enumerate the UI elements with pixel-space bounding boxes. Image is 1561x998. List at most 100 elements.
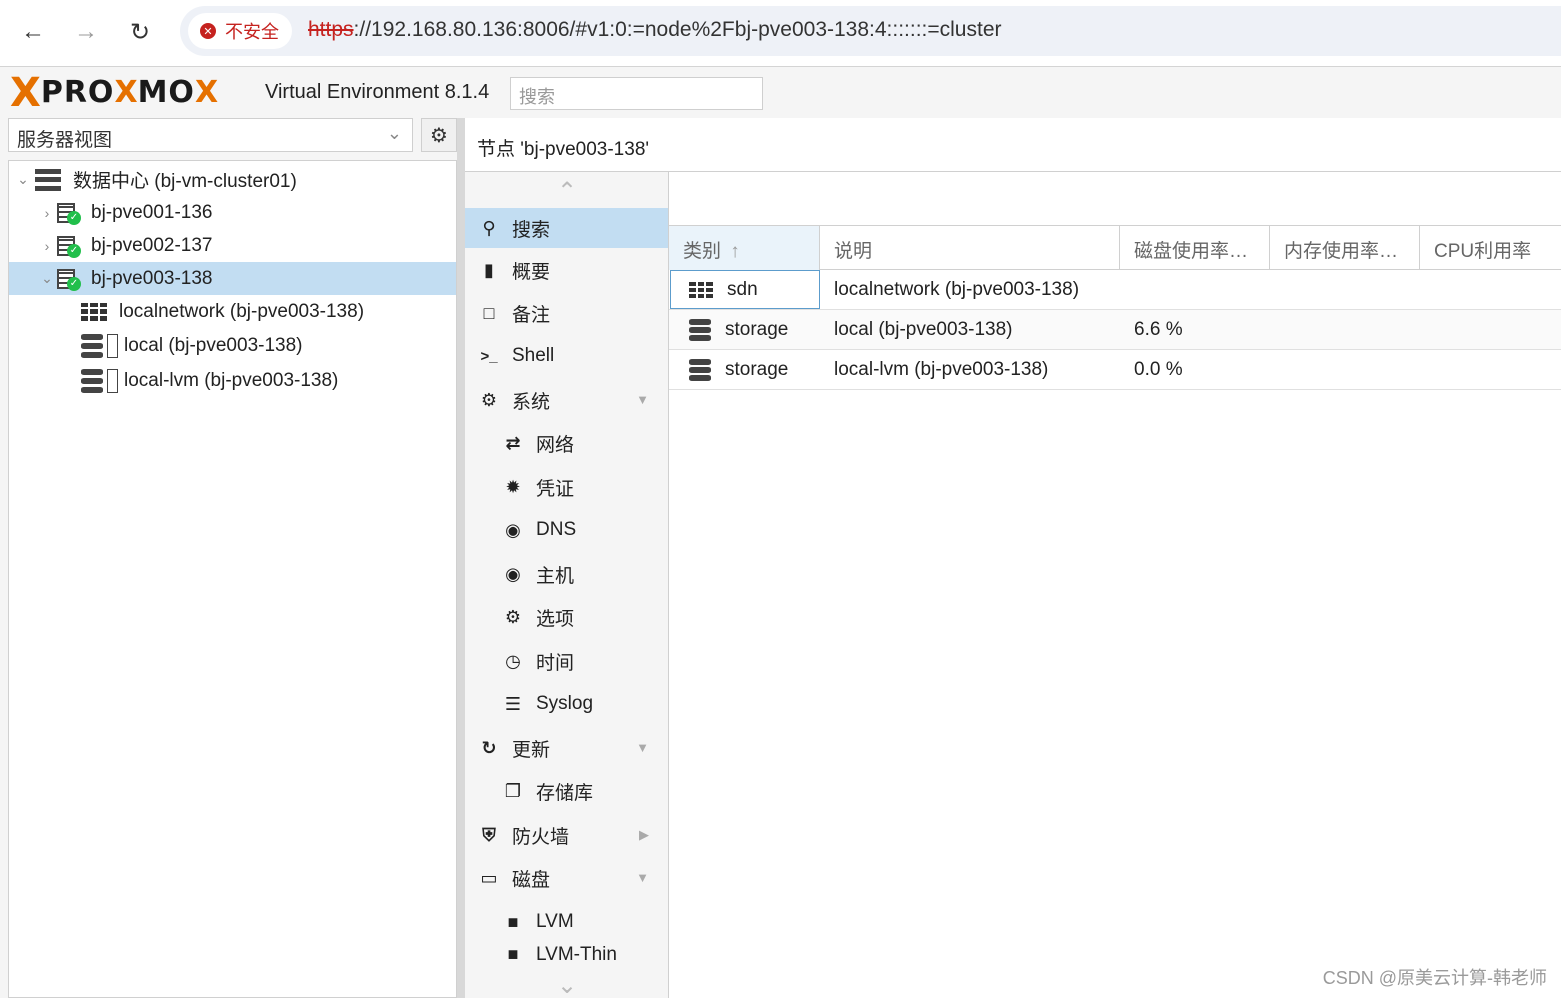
menu-item-label: 时间 <box>536 652 575 674</box>
cell-cpu-usage <box>1420 350 1561 390</box>
panel-splitter[interactable] <box>457 118 465 998</box>
chevron-down-icon[interactable]: ⌄ <box>387 123 402 144</box>
column-header-description[interactable]: 说明 <box>820 226 1120 270</box>
cell-disk-usage: 0.0 % <box>1134 359 1183 380</box>
security-chip[interactable]: ✕ 不安全 <box>188 13 292 49</box>
menu-item-repositories[interactable]: ❐ 存储库 <box>465 771 668 811</box>
tree-item-datacenter[interactable]: ⌄ 数据中心 (bj-vm-cluster01) <box>9 163 456 196</box>
menu-item-label: 搜索 <box>512 219 551 241</box>
menu-item-dns[interactable]: ◉ DNS <box>465 510 668 550</box>
storage-icon <box>689 359 711 381</box>
view-selector[interactable]: 服务器视图 ⌄ <box>8 118 413 152</box>
menu-item-syslog[interactable]: ☰ Syslog <box>465 684 668 724</box>
tree-item-sdn[interactable]: localnetwork (bj-pve003-138) <box>9 295 456 328</box>
tree-item-storage[interactable]: local (bj-pve003-138) <box>9 329 456 362</box>
address-bar[interactable]: ✕ 不安全 https://192.168.80.136:8006/#v1:0:… <box>180 6 1561 56</box>
cell-type-label: sdn <box>727 279 758 300</box>
menu-item-system[interactable]: ⚙ 系统 ▼ <box>465 380 668 420</box>
menu-item-label: 主机 <box>536 565 575 587</box>
url-text[interactable]: https://192.168.80.136:8006/#v1:0:=node%… <box>308 18 1002 42</box>
security-label: 不安全 <box>225 22 279 42</box>
menu-item-lvm[interactable]: ■ LVM <box>465 902 668 942</box>
cell-cpu-usage <box>1420 310 1561 350</box>
gear-icon: ⚙ <box>504 606 522 627</box>
column-header-disk-usage[interactable]: 磁盘使用率… <box>1120 226 1270 270</box>
view-selector-value: 服务器视图 <box>17 130 113 151</box>
logo-x-mark-3: X <box>194 75 219 110</box>
book-icon: ▮ <box>484 259 494 280</box>
menu-item-shell[interactable]: >_ Shell <box>465 336 668 376</box>
storage-status-icon <box>107 368 118 393</box>
collapse-caret-icon[interactable]: ▼ <box>636 870 649 885</box>
menu-item-label: 备注 <box>512 304 551 326</box>
scroll-down-icon[interactable]: ⌄ <box>465 968 668 998</box>
forward-arrow-icon[interactable]: → <box>68 14 104 50</box>
sort-ascending-icon: ↑ <box>730 241 740 262</box>
cell-description: local-lvm (bj-pve003-138) <box>834 359 1049 380</box>
reload-icon[interactable]: ↻ <box>122 14 158 50</box>
menu-item-label: LVM <box>536 911 574 932</box>
tree-item-label: localnetwork (bj-pve003-138) <box>119 300 365 322</box>
menu-item-time[interactable]: ◷ 时间 <box>465 641 668 681</box>
collapse-caret-icon[interactable]: ▼ <box>636 740 649 755</box>
scroll-up-icon[interactable]: ⌃ <box>465 174 668 208</box>
cell-type: storage <box>669 310 820 350</box>
menu-item-label: DNS <box>536 519 577 540</box>
menu-item-label: 凭证 <box>536 478 575 500</box>
global-search-input[interactable]: 搜索 <box>510 77 763 110</box>
column-header-type[interactable]: 类别 ↑ <box>669 226 820 270</box>
globe-icon: ◉ <box>505 519 521 540</box>
expand-chevron-icon[interactable]: › <box>39 205 55 221</box>
expand-caret-icon[interactable]: ▶ <box>639 827 649 843</box>
menu-item-firewall[interactable]: ⛨ 防火墙 ▶ <box>465 815 668 855</box>
refresh-icon: ↻ <box>481 737 497 758</box>
menu-item-options[interactable]: ⚙ 选项 <box>465 597 668 637</box>
datacenter-icon <box>35 168 61 191</box>
tree-item-node[interactable]: › ✓ bj-pve002-137 <box>9 229 456 262</box>
note-icon: □ <box>483 302 495 323</box>
menu-item-notes[interactable]: □ 备注 <box>465 293 668 333</box>
column-header-cpu-usage[interactable]: CPU利用率 <box>1420 226 1561 270</box>
menu-item-label: 系统 <box>512 391 551 413</box>
tree-item-label: bj-pve001-136 <box>91 201 213 223</box>
menu-item-summary[interactable]: ▮ 概要 <box>465 250 668 290</box>
column-header-label: 类别 <box>683 241 722 262</box>
menu-item-label: Syslog <box>536 693 594 714</box>
tree-item-node[interactable]: › ✓ bj-pve001-136 <box>9 196 456 229</box>
table-row[interactable]: sdn localnetwork (bj-pve003-138) <box>669 270 1561 310</box>
cell-memory-usage <box>1270 350 1420 390</box>
tree-item-node-selected[interactable]: ⌄ ✓ bj-pve003-138 <box>9 262 456 295</box>
menu-item-label: 磁盘 <box>512 869 551 891</box>
collapse-chevron-icon[interactable]: ⌄ <box>39 270 55 287</box>
clock-icon: ◷ <box>505 650 521 671</box>
back-arrow-icon[interactable]: ← <box>15 14 51 50</box>
collapse-caret-icon[interactable]: ▼ <box>636 392 649 407</box>
menu-item-label: 网络 <box>536 434 575 456</box>
tree-item-storage[interactable]: local-lvm (bj-pve003-138) <box>9 364 456 397</box>
logo-x-mark: X <box>10 70 41 116</box>
menu-item-label: 防火墙 <box>512 826 570 848</box>
browser-toolbar: ← → ↻ ✕ 不安全 https://192.168.80.136:8006/… <box>0 0 1561 64</box>
menu-item-lvm-thin[interactable]: ■ LVM-Thin <box>465 944 668 960</box>
table-row[interactable]: storage local-lvm (bj-pve003-138) 0.0 % <box>669 350 1561 390</box>
proxmox-logo[interactable]: X PRO X MO X <box>10 73 218 113</box>
menu-item-label: 更新 <box>512 739 551 761</box>
cell-disk-usage: 6.6 % <box>1134 319 1183 340</box>
tree-settings-gear-icon[interactable]: ⚙ <box>421 118 457 152</box>
table-row[interactable]: storage local (bj-pve003-138) 6.6 % <box>669 310 1561 350</box>
version-label: Virtual Environment 8.1.4 <box>265 81 490 103</box>
search-results-pane: 类别 ↑ 说明 磁盘使用率… 内存使用率… CPU利用率 sdn localne… <box>669 172 1561 998</box>
expand-chevron-icon[interactable]: › <box>39 238 55 254</box>
menu-item-disks[interactable]: ▭ 磁盘 ▼ <box>465 858 668 898</box>
menu-item-updates[interactable]: ↻ 更新 ▼ <box>465 728 668 768</box>
menu-item-certificates[interactable]: ✹ 凭证 <box>465 467 668 507</box>
menu-item-search[interactable]: ⚲ 搜索 <box>465 208 668 248</box>
column-header-memory-usage[interactable]: 内存使用率… <box>1270 226 1420 270</box>
terminal-icon: >_ <box>480 347 498 365</box>
cell-memory-usage <box>1270 270 1420 310</box>
menu-item-hosts[interactable]: ◉ 主机 <box>465 554 668 594</box>
cell-disk-usage <box>1120 270 1270 310</box>
menu-item-network[interactable]: ⇄ 网络 <box>465 423 668 463</box>
cell-type: storage <box>669 350 820 390</box>
collapse-chevron-icon[interactable]: ⌄ <box>15 171 31 188</box>
